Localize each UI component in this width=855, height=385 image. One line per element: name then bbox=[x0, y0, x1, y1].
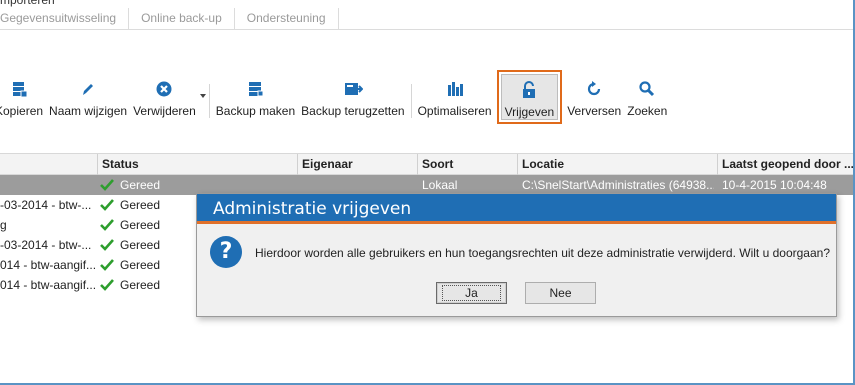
tab-gegevensuitwisseling[interactable]: Gegevensuitwisseling bbox=[0, 8, 130, 30]
dialog-message: Hierdoor worden alle gebruikers en hun t… bbox=[255, 246, 830, 260]
status-text: Gereed bbox=[120, 258, 161, 272]
check-icon bbox=[100, 219, 114, 231]
no-button[interactable]: Nee bbox=[525, 282, 596, 304]
row-status: Gereed bbox=[100, 235, 160, 255]
check-icon bbox=[100, 259, 114, 271]
status-text: Gereed bbox=[120, 178, 161, 192]
ribbon-band bbox=[0, 31, 853, 65]
search-button[interactable]: Zoeken bbox=[624, 72, 670, 124]
copy-label: Kopieren bbox=[0, 104, 44, 118]
row-type: Lokaal bbox=[422, 178, 458, 192]
row-name: -03-2014 - btw-... bbox=[0, 198, 92, 212]
optimize-button[interactable]: Optimaliseren bbox=[415, 72, 495, 124]
check-icon bbox=[100, 239, 114, 251]
rename-label: Naam wijzigen bbox=[49, 104, 128, 118]
restore-icon bbox=[343, 78, 363, 100]
tab-ondersteuning[interactable]: Ondersteuning bbox=[235, 8, 339, 30]
toolbar-separator bbox=[208, 84, 210, 118]
row-location: C:\SnelStart\Administraties (64938... bbox=[522, 178, 714, 192]
rename-button[interactable]: Naam wijzigen bbox=[46, 72, 130, 124]
restore-label: Backup terugzetten bbox=[301, 104, 405, 118]
toolbar: Kopieren Naam wijzigen Verwijderen Backu… bbox=[0, 70, 853, 126]
row-name bbox=[0, 175, 96, 195]
check-icon bbox=[100, 279, 114, 291]
yes-button[interactable]: Ja bbox=[436, 282, 507, 304]
pencil-icon bbox=[79, 78, 97, 100]
status-text: Gereed bbox=[120, 218, 161, 232]
copy-icon bbox=[10, 78, 28, 100]
grid-header: Status Eigenaar Soort Locatie Laatst geo… bbox=[0, 153, 853, 175]
dialog-body: ? Hierdoor worden alle gebruikers en hun… bbox=[197, 224, 836, 284]
table-row[interactable]: Gereed Lokaal C:\SnelStart\Administratie… bbox=[0, 175, 853, 195]
application-window: mporteren Gegevensuitwisseling Online ba… bbox=[0, 0, 855, 385]
database-icon bbox=[246, 78, 264, 100]
row-status: Gereed bbox=[100, 195, 160, 215]
delete-label: Verwijderen bbox=[133, 104, 196, 118]
optimize-label: Optimaliseren bbox=[417, 104, 492, 118]
row-status: Gereed bbox=[100, 175, 160, 195]
column-status[interactable]: Status bbox=[97, 154, 299, 175]
tab-online-backup[interactable]: Online back-up bbox=[129, 8, 235, 30]
row-status: Gereed bbox=[100, 215, 160, 235]
row-name: -03-2014 - btw-... bbox=[0, 238, 92, 252]
unlock-icon bbox=[521, 79, 537, 101]
row-status: Gereed bbox=[100, 275, 160, 295]
yes-label: Ja bbox=[442, 285, 501, 301]
status-text: Gereed bbox=[120, 198, 161, 212]
dialog-title: Administratie vrijgeven bbox=[197, 194, 836, 224]
row-name: g bbox=[0, 218, 7, 232]
confirm-dialog: Administratie vrijgeven ? Hierdoor worde… bbox=[196, 193, 837, 317]
window-title: mporteren bbox=[0, 0, 55, 7]
delete-button[interactable]: Verwijderen bbox=[130, 72, 206, 124]
column-last-opened[interactable]: Laatst geopend door ... bbox=[717, 154, 853, 175]
ribbon-tabs: Gegevensuitwisseling Online back-up Onde… bbox=[0, 8, 853, 30]
delete-icon bbox=[155, 78, 173, 100]
release-label: Vrijgeven bbox=[504, 105, 555, 119]
row-name: 014 - btw-aangif... bbox=[0, 258, 96, 272]
backup-label: Backup maken bbox=[215, 104, 296, 118]
column-location[interactable]: Locatie bbox=[517, 154, 717, 175]
search-label: Zoeken bbox=[627, 104, 668, 118]
backup-button[interactable]: Backup maken bbox=[213, 72, 298, 124]
refresh-icon bbox=[585, 78, 603, 100]
column-owner[interactable]: Eigenaar bbox=[297, 154, 417, 175]
refresh-label: Verversen bbox=[567, 104, 622, 118]
optimize-icon bbox=[446, 78, 464, 100]
check-icon bbox=[100, 199, 114, 211]
column-type[interactable]: Soort bbox=[417, 154, 517, 175]
status-text: Gereed bbox=[120, 278, 161, 292]
search-icon bbox=[638, 78, 656, 100]
restore-button[interactable]: Backup terugzetten bbox=[298, 72, 407, 124]
row-status: Gereed bbox=[100, 255, 160, 275]
dropdown-arrow-icon[interactable] bbox=[199, 94, 206, 98]
toolbar-separator bbox=[410, 84, 412, 118]
status-text: Gereed bbox=[120, 238, 161, 252]
check-icon bbox=[100, 179, 114, 191]
row-last-opened: 10-4-2015 10:04:48 bbox=[722, 178, 827, 192]
row-name: 014 - btw-aangif... bbox=[0, 278, 96, 292]
copy-button[interactable]: Kopieren bbox=[0, 72, 46, 124]
release-button[interactable]: Vrijgeven bbox=[496, 70, 563, 124]
question-icon: ? bbox=[210, 236, 242, 268]
refresh-button[interactable]: Verversen bbox=[564, 72, 624, 124]
